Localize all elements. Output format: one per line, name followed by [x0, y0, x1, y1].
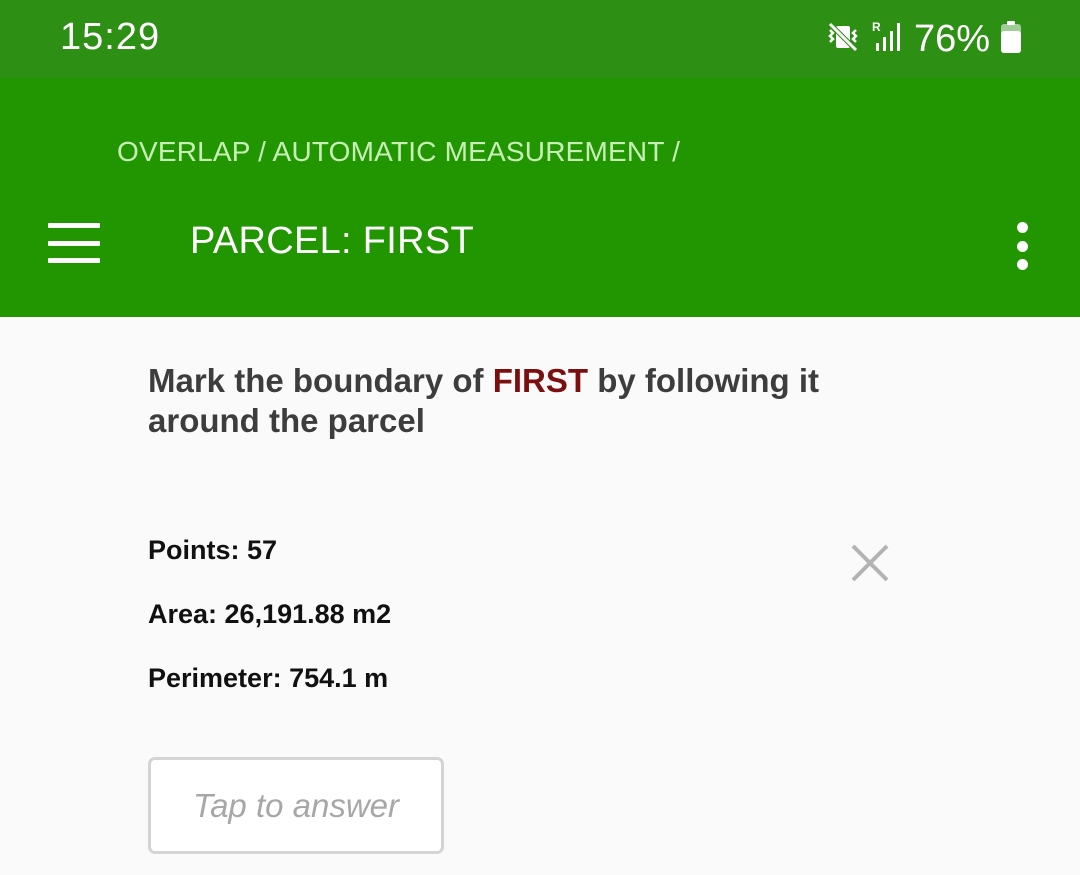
svg-text:R: R — [872, 20, 881, 34]
status-icons: R 76% — [826, 16, 1022, 62]
question-content: Mark the boundary of FIRST by following … — [0, 317, 1080, 875]
parcel-name-highlight: FIRST — [492, 362, 589, 399]
question-text-before: Mark the boundary of — [148, 362, 493, 399]
vibrate-off-icon — [826, 20, 860, 59]
perimeter-value: Perimeter: 754.1 m — [148, 663, 389, 693]
question-label: Mark the boundary of FIRST by following … — [148, 361, 868, 441]
points-count: Points: 57 — [148, 535, 278, 565]
breadcrumb: OVERLAP / AUTOMATIC MEASUREMENT / — [117, 136, 681, 167]
app-bar: OVERLAP / AUTOMATIC MEASUREMENT / PARCEL… — [0, 78, 1080, 317]
more-vert-icon[interactable] — [1004, 218, 1040, 274]
battery-percentage: 76% — [913, 17, 990, 60]
page-title: PARCEL: FIRST — [190, 220, 475, 262]
area-value: Area: 26,191.88 m2 — [148, 599, 392, 629]
menu-icon[interactable] — [44, 218, 104, 268]
roaming-signal-icon: R — [870, 19, 904, 60]
tap-to-answer-button[interactable]: Tap to answer — [148, 757, 444, 854]
battery-icon — [1000, 20, 1022, 59]
status-time: 15:29 — [60, 16, 161, 58]
status-bar: 15:29 R 76% — [0, 0, 1080, 78]
close-icon[interactable] — [846, 539, 894, 587]
